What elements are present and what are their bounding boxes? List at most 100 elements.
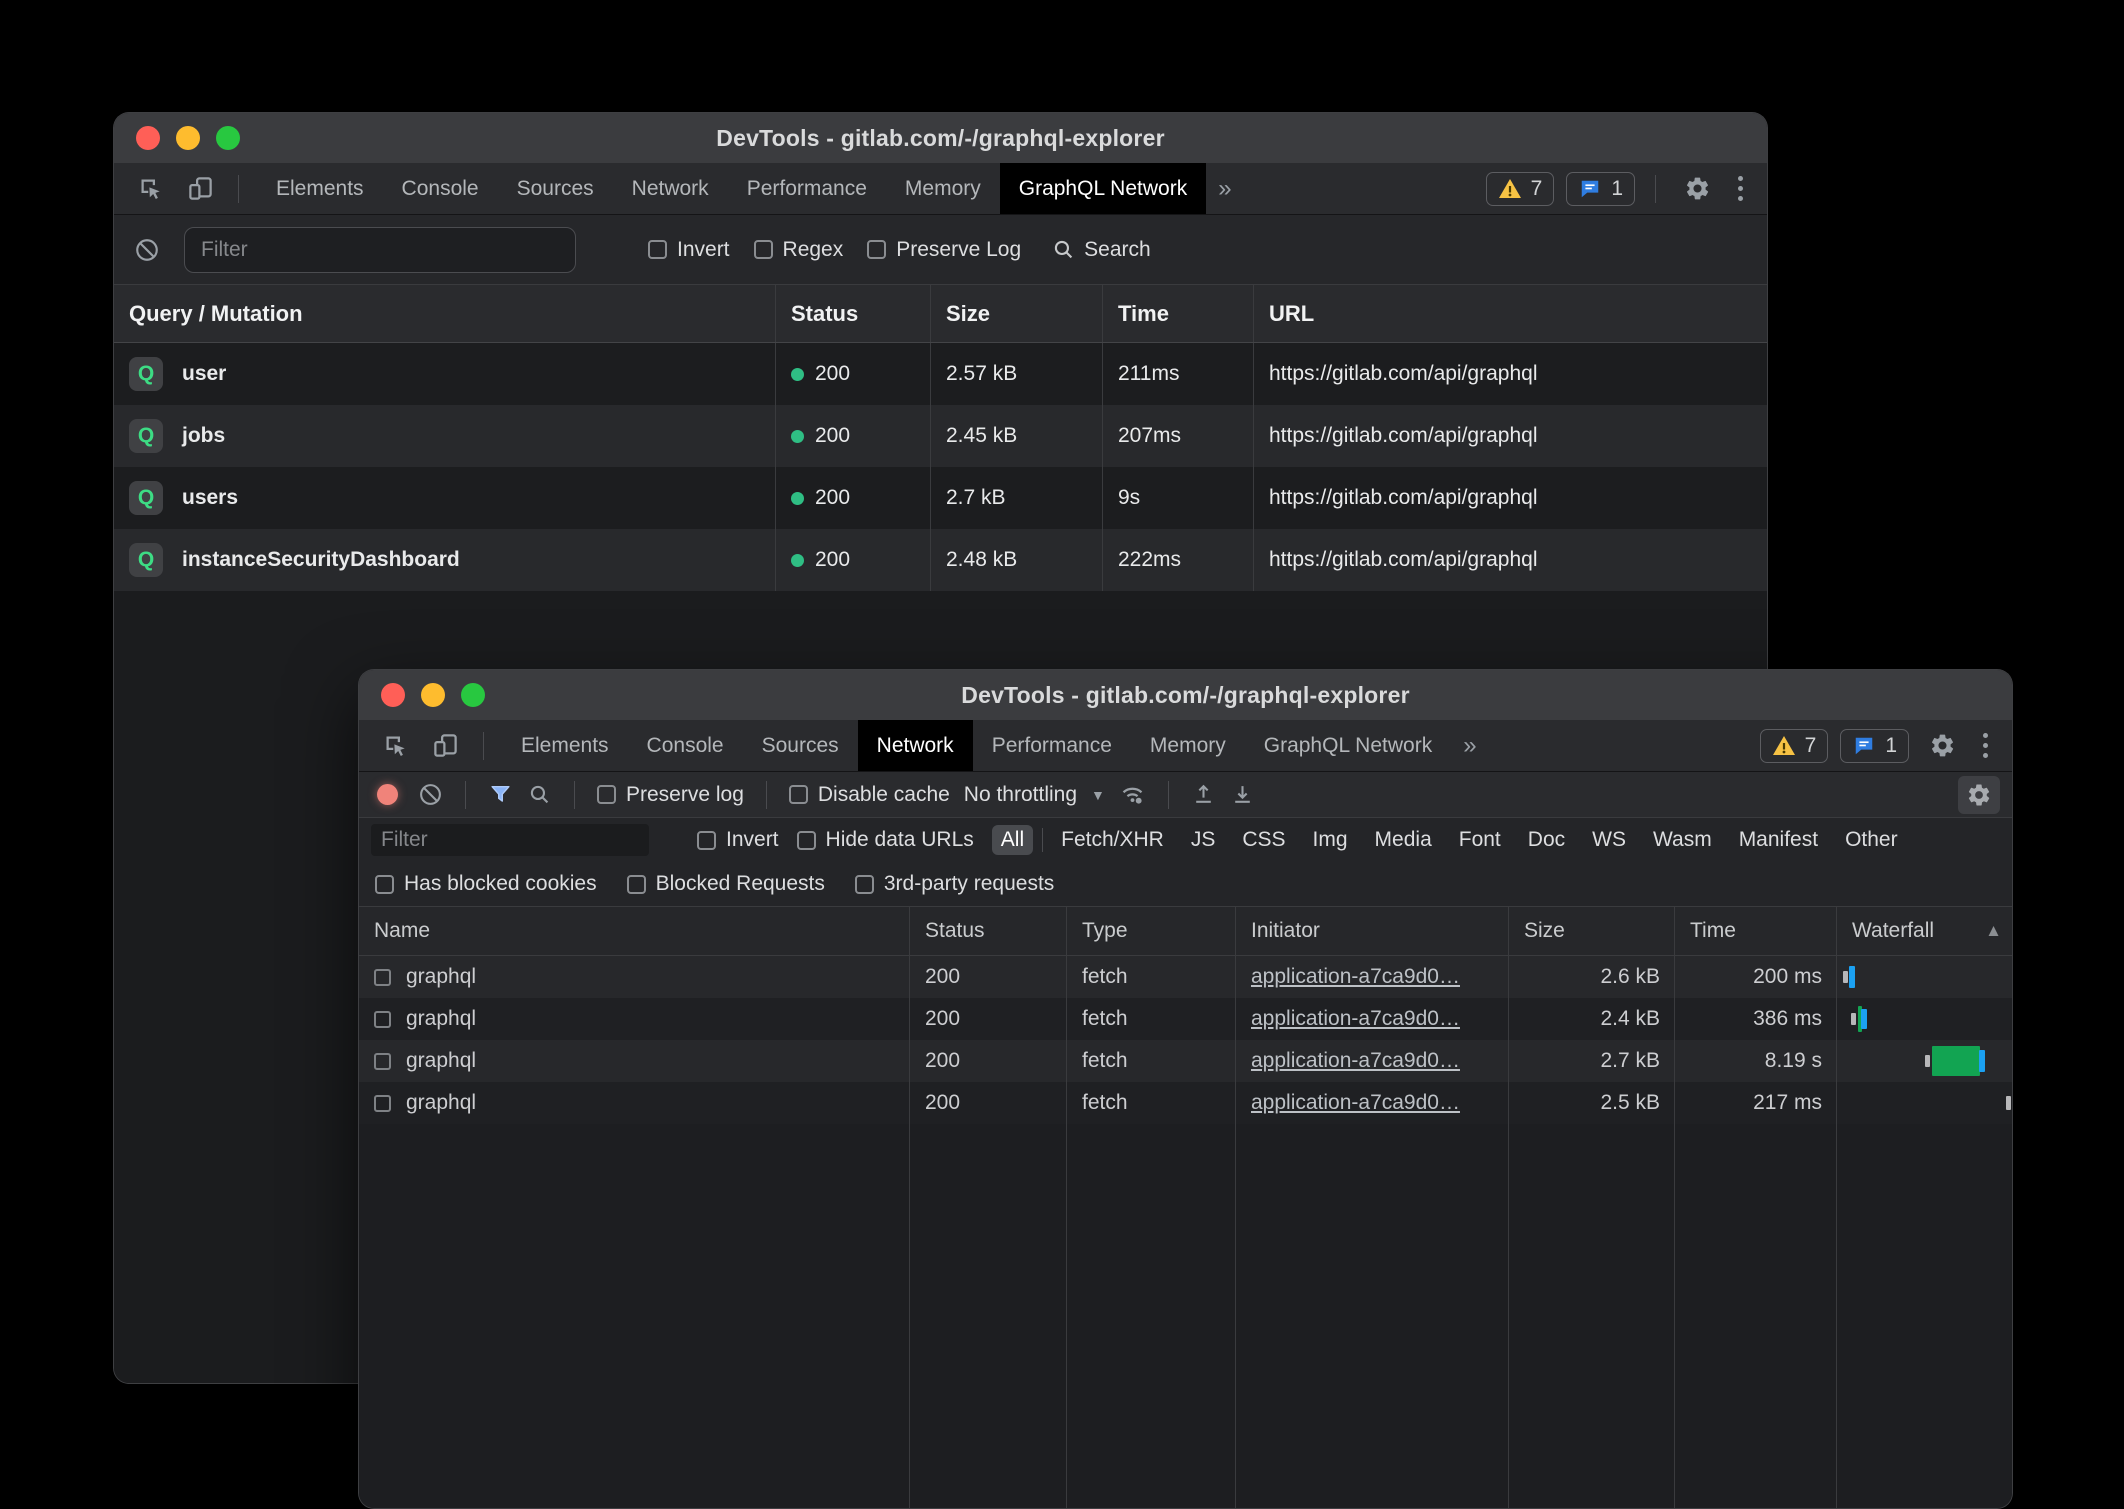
settings-gear-icon[interactable]	[1676, 170, 1718, 208]
filter-chip-other[interactable]: Other	[1836, 825, 1907, 855]
col-size[interactable]: Size	[931, 285, 1103, 342]
hide-data-urls-checkbox[interactable]: Hide data URLs	[797, 828, 974, 852]
more-options-icon[interactable]	[1975, 733, 1996, 758]
issues-badge[interactable]: 1	[1840, 729, 1909, 763]
invert-checkbox[interactable]: Invert	[648, 238, 730, 262]
device-toolbar-icon[interactable]	[425, 727, 465, 765]
device-toolbar-icon[interactable]	[180, 170, 220, 208]
col-name[interactable]: Name	[359, 907, 910, 955]
network-conditions-icon[interactable]	[1119, 781, 1146, 808]
window-title: DevTools - gitlab.com/-/graphql-explorer	[716, 125, 1164, 152]
table-row[interactable]: graphql 200 fetch application-a7ca9d0… 2…	[359, 998, 2012, 1040]
initiator-link[interactable]: application-a7ca9d0…	[1251, 1049, 1460, 1073]
col-time[interactable]: Time	[1103, 285, 1254, 342]
warnings-badge[interactable]: 7	[1760, 729, 1829, 763]
filter-chip-media[interactable]: Media	[1366, 825, 1441, 855]
filter-chip-css[interactable]: CSS	[1233, 825, 1294, 855]
col-status[interactable]: Status	[776, 285, 931, 342]
filter-funnel-icon[interactable]	[488, 782, 513, 807]
tab-console[interactable]: Console	[628, 720, 743, 771]
third-party-requests-checkbox[interactable]: 3rd-party requests	[855, 872, 1054, 896]
row-checkbox[interactable]	[374, 1053, 391, 1070]
initiator-link[interactable]: application-a7ca9d0…	[1251, 965, 1460, 989]
tab-memory[interactable]: Memory	[1131, 720, 1245, 771]
regex-checkbox[interactable]: Regex	[754, 238, 844, 262]
warnings-badge[interactable]: 7	[1486, 172, 1555, 206]
minimize-window-button[interactable]	[176, 126, 200, 150]
table-row[interactable]: graphql 200 fetch application-a7ca9d0… 2…	[359, 1040, 2012, 1082]
close-window-button[interactable]	[381, 683, 405, 707]
inspect-element-icon[interactable]	[375, 727, 415, 765]
search-icon[interactable]	[527, 782, 552, 807]
table-row[interactable]: graphql 200 fetch application-a7ca9d0… 2…	[359, 956, 2012, 998]
col-type[interactable]: Type	[1067, 907, 1236, 955]
invert-checkbox[interactable]: Invert	[697, 828, 779, 852]
issues-badge[interactable]: 1	[1566, 172, 1635, 206]
initiator-link[interactable]: application-a7ca9d0…	[1251, 1007, 1460, 1031]
col-url[interactable]: URL	[1254, 285, 1767, 342]
filter-chip-js[interactable]: JS	[1182, 825, 1225, 855]
filter-chip-ws[interactable]: WS	[1583, 825, 1635, 855]
settings-gear-icon[interactable]	[1921, 727, 1963, 765]
col-query-mutation[interactable]: Query / Mutation	[114, 285, 776, 342]
search-icon	[1051, 237, 1076, 262]
col-size[interactable]: Size	[1509, 907, 1675, 955]
maximize-window-button[interactable]	[461, 683, 485, 707]
tab-sources[interactable]: Sources	[498, 163, 613, 214]
initiator-link[interactable]: application-a7ca9d0…	[1251, 1091, 1460, 1115]
tab-graphql-network[interactable]: GraphQL Network	[1245, 720, 1451, 771]
tab-memory[interactable]: Memory	[886, 163, 1000, 214]
tab-performance[interactable]: Performance	[973, 720, 1131, 771]
export-har-icon[interactable]	[1230, 782, 1255, 807]
throttling-dropdown[interactable]: No throttling ▼	[964, 783, 1105, 807]
network-settings-gear-icon[interactable]	[1958, 776, 2000, 814]
filter-chip-manifest[interactable]: Manifest	[1730, 825, 1827, 855]
row-checkbox[interactable]	[374, 1011, 391, 1028]
tab-graphql-network[interactable]: GraphQL Network	[1000, 163, 1206, 214]
filter-chip-fetch-xhr[interactable]: Fetch/XHR	[1052, 825, 1173, 855]
titlebar: DevTools - gitlab.com/-/graphql-explorer	[359, 670, 2012, 720]
tab-console[interactable]: Console	[383, 163, 498, 214]
tab-elements[interactable]: Elements	[257, 163, 383, 214]
row-checkbox[interactable]	[374, 969, 391, 986]
more-options-icon[interactable]	[1730, 176, 1751, 201]
clear-icon[interactable]	[418, 782, 443, 807]
table-row[interactable]: Qjobs 200 2.45 kB 207ms https://gitlab.c…	[114, 405, 1767, 467]
clear-icon[interactable]	[134, 237, 160, 263]
tab-network[interactable]: Network	[858, 720, 973, 771]
filter-chip-wasm[interactable]: Wasm	[1644, 825, 1721, 855]
disable-cache-checkbox[interactable]: Disable cache	[789, 783, 950, 807]
close-window-button[interactable]	[136, 126, 160, 150]
inspect-element-icon[interactable]	[130, 170, 170, 208]
more-tabs-icon[interactable]: »	[1206, 163, 1243, 214]
filter-chip-img[interactable]: Img	[1304, 825, 1357, 855]
record-network-log-button[interactable]	[377, 784, 398, 805]
blocked-requests-checkbox[interactable]: Blocked Requests	[627, 872, 825, 896]
import-har-icon[interactable]	[1191, 782, 1216, 807]
maximize-window-button[interactable]	[216, 126, 240, 150]
col-time[interactable]: Time	[1675, 907, 1837, 955]
minimize-window-button[interactable]	[421, 683, 445, 707]
col-status[interactable]: Status	[910, 907, 1067, 955]
tab-performance[interactable]: Performance	[728, 163, 886, 214]
preserve-log-checkbox[interactable]: Preserve Log	[867, 238, 1021, 262]
tab-elements[interactable]: Elements	[502, 720, 628, 771]
filter-input[interactable]	[184, 227, 576, 273]
more-tabs-icon[interactable]: »	[1451, 720, 1488, 771]
table-row[interactable]: QinstanceSecurityDashboard 200 2.48 kB 2…	[114, 529, 1767, 591]
search-toggle[interactable]: Search	[1051, 237, 1151, 262]
tab-sources[interactable]: Sources	[743, 720, 858, 771]
table-row[interactable]: Quser 200 2.57 kB 211ms https://gitlab.c…	[114, 343, 1767, 405]
filter-chip-doc[interactable]: Doc	[1519, 825, 1574, 855]
table-row[interactable]: Qusers 200 2.7 kB 9s https://gitlab.com/…	[114, 467, 1767, 529]
col-waterfall[interactable]: Waterfall ▲	[1837, 907, 2012, 955]
table-row[interactable]: graphql 200 fetch application-a7ca9d0… 2…	[359, 1082, 2012, 1124]
filter-chip-all[interactable]: All	[992, 825, 1033, 855]
has-blocked-cookies-checkbox[interactable]: Has blocked cookies	[375, 872, 597, 896]
tab-network[interactable]: Network	[613, 163, 728, 214]
filter-chip-font[interactable]: Font	[1450, 825, 1510, 855]
col-initiator[interactable]: Initiator	[1236, 907, 1509, 955]
row-checkbox[interactable]	[374, 1095, 391, 1112]
network-filter-input[interactable]	[371, 824, 649, 856]
preserve-log-checkbox[interactable]: Preserve log	[597, 783, 744, 807]
